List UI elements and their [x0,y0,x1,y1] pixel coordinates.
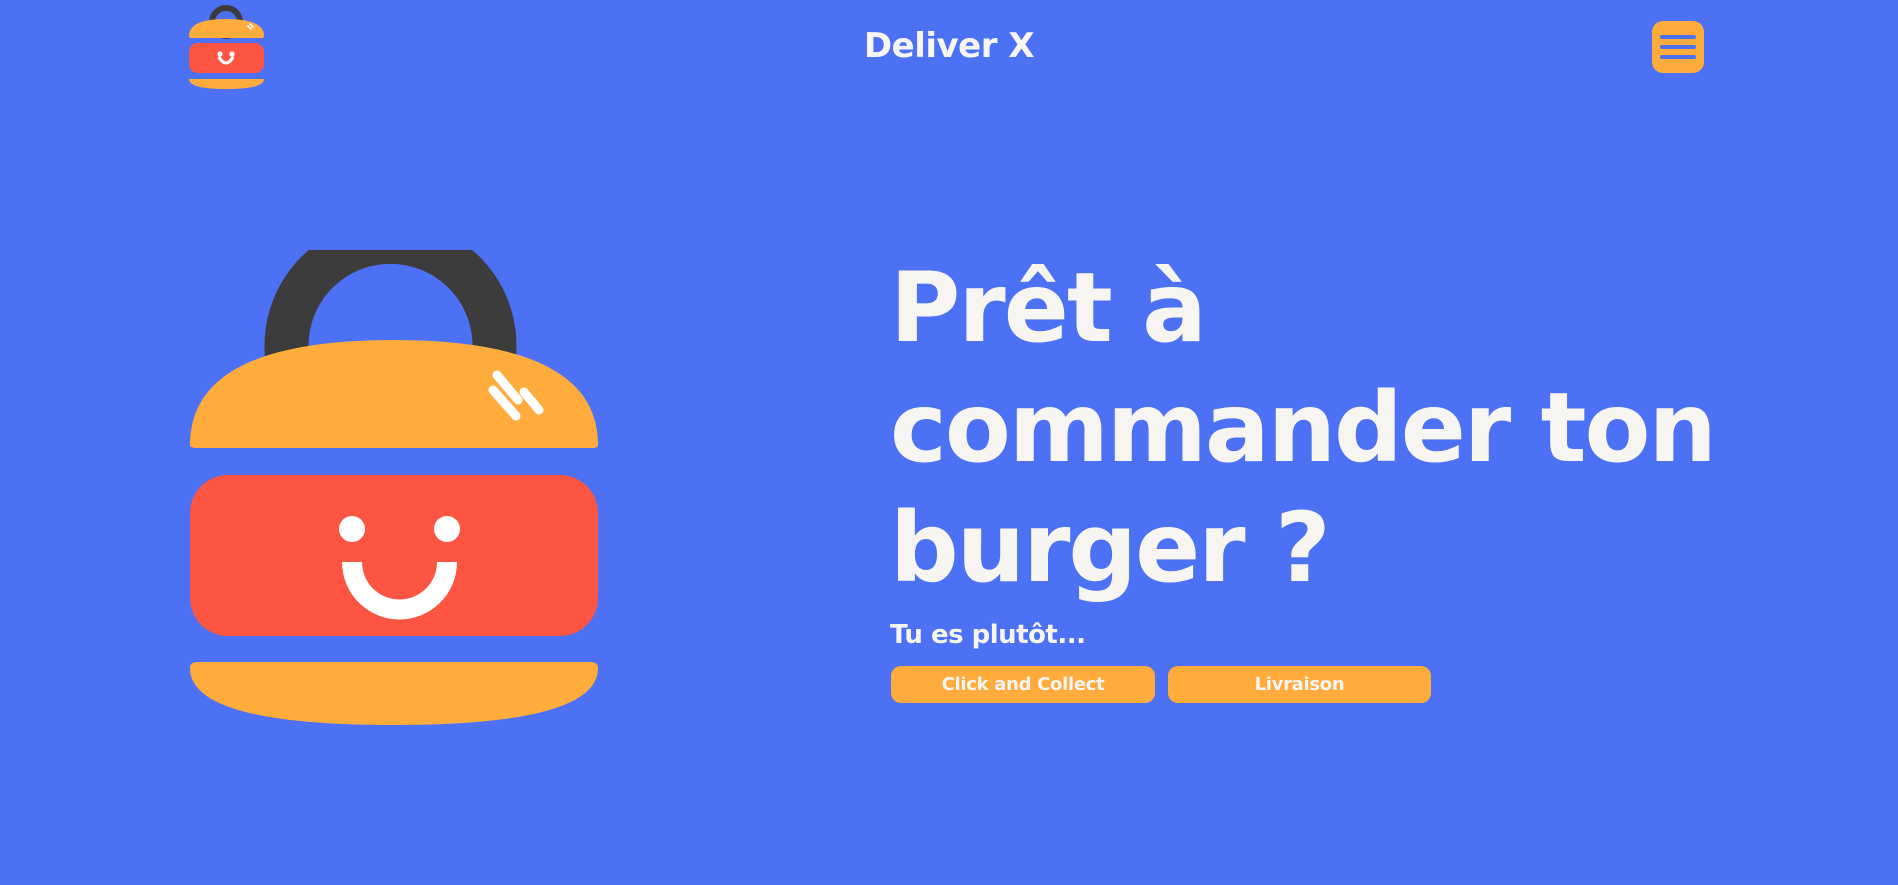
hero-subtitle: Tu es plutôt... [890,620,1086,650]
hero-title: Prêt à commander ton burger ? [890,248,1790,608]
hero-title-line-2: commander ton [890,372,1717,484]
brand-title: Deliver X [863,26,1035,66]
menu-button[interactable] [1652,21,1704,73]
click-and-collect-button[interactable]: Click and Collect [891,666,1155,703]
hero-title-line-1: Prêt à [890,252,1207,364]
hamburger-menu-icon [1660,35,1696,59]
burger-bag-mascot-icon [190,250,598,725]
hero-title-line-3: burger ? [890,492,1331,604]
delivery-button[interactable]: Livraison [1168,666,1431,703]
hero-mascot [188,250,600,730]
